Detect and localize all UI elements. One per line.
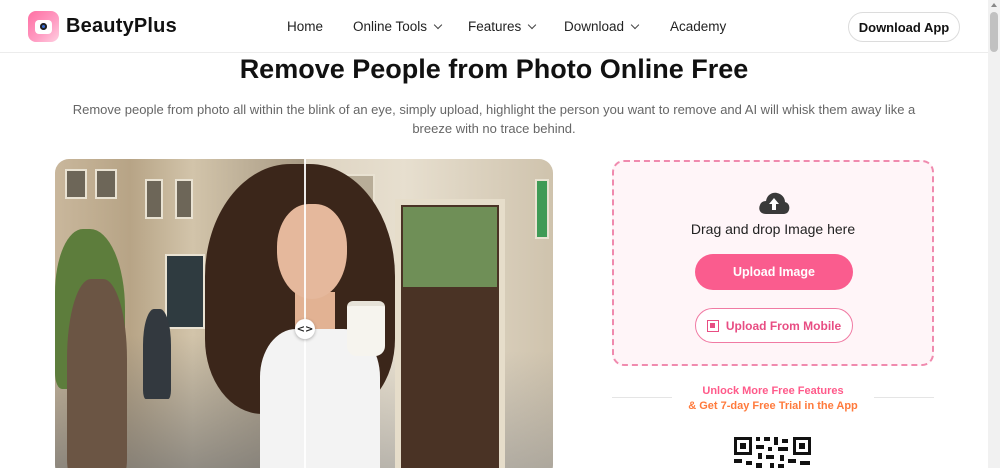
pedestrian — [143, 309, 171, 399]
window — [145, 179, 163, 219]
green-sign — [535, 179, 549, 239]
window — [95, 169, 117, 199]
nav-item-online-tools[interactable]: Online Tools — [353, 19, 468, 34]
chevron-down-icon — [630, 20, 640, 30]
face — [277, 204, 347, 299]
page-subtitle: Remove people from photo all within the … — [72, 102, 916, 136]
before-after-photo: <> — [55, 159, 553, 468]
nav-item-label: Academy — [670, 19, 727, 34]
scroll-up-icon[interactable] — [991, 3, 997, 7]
upload-dropzone[interactable]: Drag and drop Image here Upload Image Up… — [612, 160, 934, 366]
window — [65, 169, 87, 199]
camera-icon[interactable] — [28, 11, 59, 42]
page-scrollbar[interactable] — [988, 0, 1000, 468]
main-menu: Home Online Tools Features Download Acad… — [287, 19, 726, 34]
upload-from-mobile-button[interactable]: Upload From Mobile — [695, 308, 853, 343]
page-title: Remove People from Photo Online Free — [239, 54, 749, 84]
chevron-down-icon — [433, 20, 443, 30]
scrollbar-thumb[interactable] — [990, 12, 998, 52]
door-window — [403, 207, 497, 287]
pedestrian — [67, 279, 127, 468]
nav-item-label: Online Tools — [353, 19, 428, 34]
upload-from-mobile-label: Upload From Mobile — [725, 318, 842, 333]
qr-code-icon — [706, 319, 719, 332]
app-qr-code[interactable] — [733, 434, 813, 468]
chevron-down-icon — [528, 20, 537, 30]
woman-subject — [205, 164, 415, 468]
app-promo-text: Unlock More Free Features & Get 7-day Fr… — [672, 384, 874, 414]
upload-image-button[interactable]: Upload Image — [695, 254, 853, 290]
nav-item-academy[interactable]: Academy — [670, 19, 726, 34]
compare-handle-icon[interactable]: <> — [295, 319, 315, 339]
top-navigation: BeautyPlus Home Online Tools Features Do… — [0, 0, 988, 53]
nav-item-label: Features — [468, 19, 522, 34]
nav-item-features[interactable]: Features — [468, 19, 564, 34]
promo-line-1: Unlock More Free Features — [702, 385, 844, 397]
brand-name[interactable]: BeautyPlus — [66, 15, 177, 38]
drag-drop-text: Drag and drop Image here — [690, 221, 856, 237]
promo-line-2: & Get 7-day Free Trial in the App — [688, 400, 858, 412]
shop-window — [165, 254, 205, 329]
download-app-button[interactable]: Download App — [848, 12, 960, 42]
nav-item-label: Home — [287, 19, 324, 34]
nav-item-home[interactable]: Home — [287, 19, 353, 34]
nav-item-download[interactable]: Download — [564, 19, 670, 34]
nav-item-label: Download — [564, 19, 625, 34]
window — [175, 179, 193, 219]
compare-divider[interactable] — [304, 159, 306, 468]
coffee-cup — [347, 301, 385, 356]
cloud-upload-icon — [759, 192, 790, 214]
